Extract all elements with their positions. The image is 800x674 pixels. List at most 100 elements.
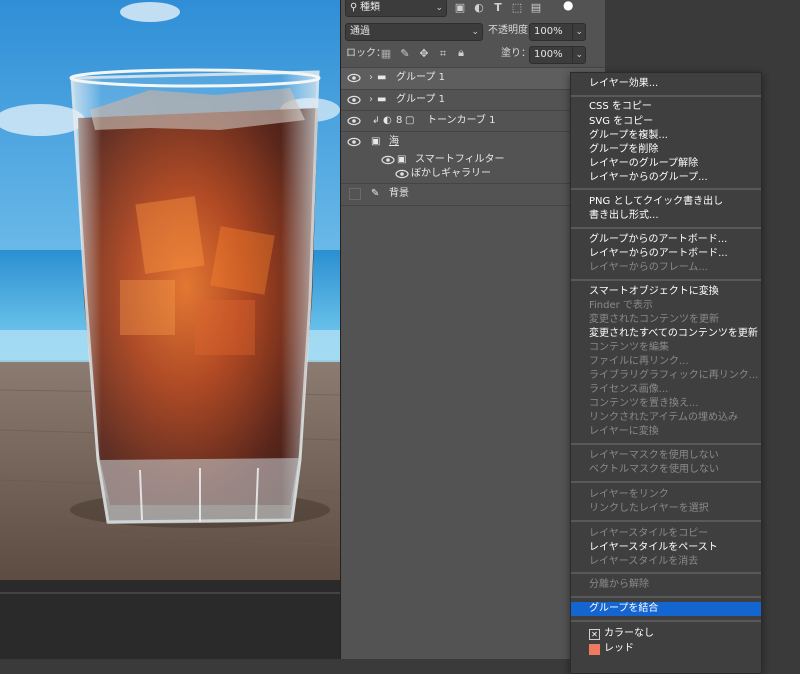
layer-name: ぼかしギャラリー bbox=[411, 168, 491, 179]
menu-item-select-linked-layers: リンクしたレイヤーを選択 bbox=[589, 503, 709, 514]
smart-object-icon: ▣ bbox=[371, 136, 381, 147]
menu-separator bbox=[571, 95, 761, 97]
menu-item-ungroup-layers[interactable]: レイヤーのグループ解除 bbox=[571, 157, 761, 171]
opacity-value: 100% bbox=[534, 26, 563, 37]
menu-item-label: レッド bbox=[604, 643, 634, 654]
eye-icon[interactable] bbox=[395, 167, 409, 181]
layer-row-tone-curve[interactable]: ↲ ◐ 8 ▢ トーンカーブ 1 bbox=[341, 110, 605, 132]
menu-item-embed-linked: リンクされたアイテムの埋め込み bbox=[589, 412, 738, 423]
link-icon: 8 bbox=[396, 115, 403, 126]
menu-item-show-in-finder: Finder で表示 bbox=[589, 300, 653, 311]
layer-name: グループ 1 bbox=[396, 94, 445, 105]
layer-context-menu: レイヤー効果... CSS をコピー SVG をコピー グループを複製... グ… bbox=[570, 72, 762, 674]
layer-name: 海 bbox=[389, 136, 399, 147]
pixel-filter-icon[interactable]: ▣ bbox=[453, 1, 467, 15]
layer-filter-kind-select[interactable]: ⚲ 種類 ⌄ bbox=[345, 0, 447, 17]
lock-position-icon[interactable]: ✥ bbox=[417, 47, 431, 61]
layer-name: スマートフィルター bbox=[415, 154, 505, 165]
menu-item-convert-to-smart-object[interactable]: スマートオブジェクトに変換 bbox=[571, 285, 761, 299]
eye-icon[interactable] bbox=[347, 135, 361, 149]
menu-item-relink-to-library-graphic: ライブラリグラフィックに再リンク... bbox=[589, 370, 759, 381]
fill-field[interactable]: 100% bbox=[529, 46, 573, 64]
menu-item-disable-layer-mask: レイヤーマスクを使用しない bbox=[589, 450, 719, 461]
menu-item-relink-to-file: ファイルに再リンク... bbox=[589, 356, 689, 367]
lock-all-icon[interactable]: 🔒︎ bbox=[454, 46, 468, 60]
shape-filter-icon[interactable]: ⬚ bbox=[510, 1, 524, 15]
opacity-field[interactable]: 100% bbox=[529, 23, 573, 41]
layer-row-group-1-top[interactable]: › ▬ グループ 1 bbox=[341, 67, 605, 89]
menu-separator bbox=[571, 520, 761, 522]
menu-item-copy-layer-style: レイヤースタイルをコピー bbox=[589, 528, 709, 539]
red-color-swatch-icon bbox=[589, 644, 600, 655]
menu-separator bbox=[571, 596, 761, 598]
smart-object-filter-icon[interactable]: ▤ bbox=[529, 1, 543, 15]
adjustment-filter-icon[interactable]: ◐ bbox=[472, 1, 486, 15]
menu-item-paste-layer-style[interactable]: レイヤースタイルをペースト bbox=[571, 541, 761, 555]
opacity-dropdown-button[interactable]: ⌄ bbox=[572, 23, 586, 41]
menu-separator bbox=[571, 443, 761, 445]
chevron-right-icon[interactable]: › bbox=[369, 93, 373, 107]
eye-icon[interactable] bbox=[347, 114, 361, 128]
layer-list-divider bbox=[341, 205, 605, 206]
menu-item-merge-group[interactable]: グループを結合 bbox=[571, 602, 761, 616]
folder-icon: ▬ bbox=[377, 72, 387, 83]
menu-item-release-from-isolation: 分離から解除 bbox=[589, 579, 649, 590]
menu-item-artboard-from-group[interactable]: グループからのアートボード... bbox=[571, 233, 761, 247]
menu-item-frame-from-layers: レイヤーからのフレーム... bbox=[589, 262, 708, 273]
menu-item-duplicate-group[interactable]: グループを複製... bbox=[571, 129, 761, 143]
smart-filter-row[interactable]: ▣ スマートフィルター bbox=[381, 153, 601, 167]
layer-name: グループ 1 bbox=[396, 72, 445, 83]
menu-separator bbox=[571, 227, 761, 229]
chevron-down-icon: ⌄ bbox=[435, 3, 443, 13]
type-filter-icon[interactable]: T bbox=[491, 1, 505, 15]
menu-item-color-red[interactable]: レッド bbox=[571, 642, 761, 656]
search-icon: ⚲ bbox=[350, 2, 358, 13]
folder-icon: ▬ bbox=[377, 94, 387, 105]
lock-image-pixels-icon[interactable]: ✎ bbox=[398, 47, 412, 61]
menu-item-label: カラーなし bbox=[604, 628, 654, 639]
fill-dropdown-button[interactable]: ⌄ bbox=[572, 46, 586, 64]
menu-item-quick-export-png[interactable]: PNG としてクイック書き出し bbox=[571, 195, 761, 209]
filter-toggle-icon[interactable]: ● bbox=[563, 0, 573, 12]
menu-item-copy-css[interactable]: CSS をコピー bbox=[571, 100, 761, 114]
chevron-right-icon[interactable]: › bbox=[369, 71, 373, 85]
menu-item-disable-vector-mask: ベクトルマスクを使用しない bbox=[589, 464, 719, 475]
blend-mode-value: 通過 bbox=[350, 26, 370, 37]
no-color-swatch-icon: ✕ bbox=[589, 629, 600, 640]
layers-panel: ⚲ 種類 ⌄ ▣ ◐ T ⬚ ▤ ● 通過 ⌄ 不透明度： 100% ⌄ ロック… bbox=[341, 0, 605, 659]
blur-gallery-filter-row[interactable]: ぼかしギャラリー bbox=[395, 167, 595, 181]
menu-item-update-modified-content: 変更されたコンテンツを更新 bbox=[589, 314, 719, 325]
menu-item-group-from-layers[interactable]: レイヤーからのグループ... bbox=[571, 171, 761, 185]
menu-separator bbox=[571, 188, 761, 190]
layer-row-group-1[interactable]: › ▬ グループ 1 bbox=[341, 89, 605, 111]
fill-label: 塗り： bbox=[501, 48, 531, 59]
chevron-down-icon: ⌄ bbox=[575, 50, 583, 60]
eye-icon[interactable] bbox=[347, 93, 361, 107]
menu-item-artboard-from-layers[interactable]: レイヤーからのアートボード... bbox=[571, 247, 761, 261]
menu-item-replace-contents: コンテンツを置き換え... bbox=[589, 398, 699, 409]
menu-separator bbox=[571, 279, 761, 281]
layer-name: トーンカーブ 1 bbox=[427, 115, 496, 126]
menu-item-color-none[interactable]: ✕ カラーなし bbox=[571, 627, 761, 641]
canvas-bottom-area bbox=[0, 580, 340, 659]
menu-item-copy-svg[interactable]: SVG をコピー bbox=[571, 115, 761, 129]
menu-item-layer-effects[interactable]: レイヤー効果... bbox=[571, 77, 761, 91]
filter-mask-thumbnail: ▣ bbox=[397, 154, 407, 165]
menu-item-delete-group[interactable]: グループを削除 bbox=[571, 143, 761, 157]
blend-mode-select[interactable]: 通過 ⌄ bbox=[345, 23, 483, 41]
menu-item-update-all-modified-content[interactable]: 変更されたすべてのコンテンツを更新 bbox=[571, 327, 761, 341]
eye-icon[interactable] bbox=[381, 153, 395, 167]
lock-artboard-icon[interactable]: ⌗ bbox=[436, 47, 450, 61]
layer-row-background[interactable]: ✎ 背景 bbox=[341, 183, 605, 205]
chevron-down-icon: ⌄ bbox=[575, 27, 583, 37]
menu-item-export-as[interactable]: 書き出し形式... bbox=[571, 209, 761, 223]
adjustment-layer-icon: ◐ bbox=[383, 115, 392, 126]
visibility-toggle-off[interactable] bbox=[349, 188, 361, 200]
chevron-down-icon: ⌄ bbox=[471, 27, 479, 37]
layer-filter-kind-label: 種類 bbox=[360, 2, 380, 13]
menu-item-edit-contents: コンテンツを編集 bbox=[589, 342, 669, 353]
layer-name: 背景 bbox=[389, 188, 409, 199]
eye-icon[interactable] bbox=[347, 71, 361, 85]
document-canvas[interactable] bbox=[0, 0, 340, 580]
lock-transparent-pixels-icon[interactable]: ▦ bbox=[379, 47, 393, 61]
